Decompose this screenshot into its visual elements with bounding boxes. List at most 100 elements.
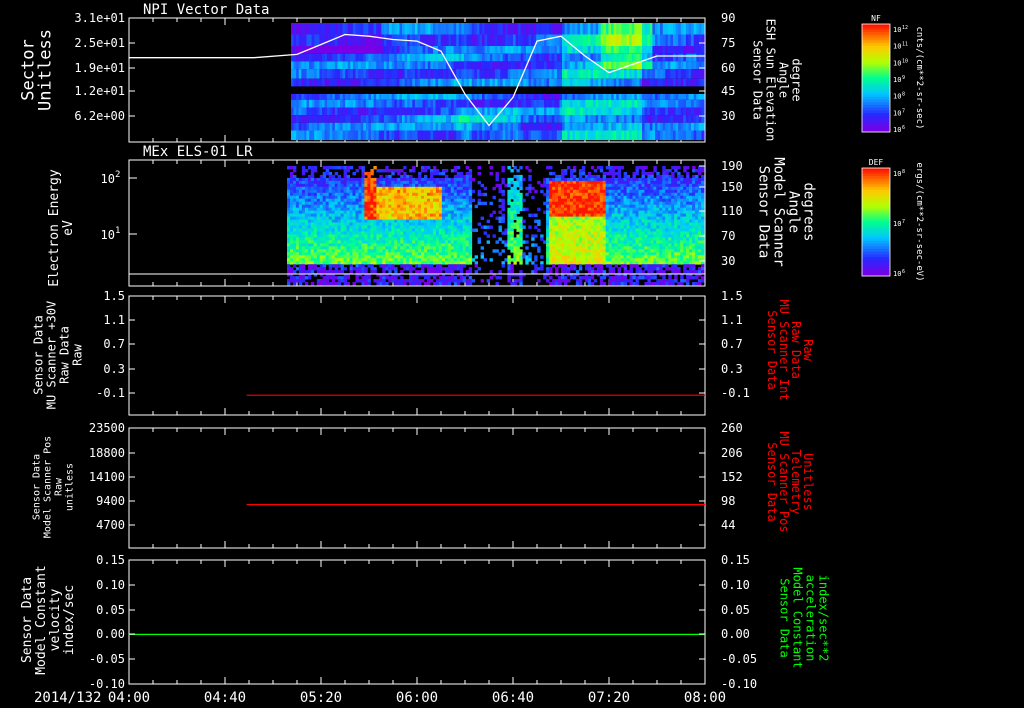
els-cell xyxy=(468,186,473,191)
els-cell xyxy=(340,234,344,238)
els-cell xyxy=(388,225,392,229)
els-cell xyxy=(519,276,523,280)
els-cell xyxy=(349,219,353,223)
els-cell xyxy=(400,282,404,286)
els-cell xyxy=(418,195,422,200)
els-cell xyxy=(447,249,452,253)
els-cell xyxy=(307,213,312,217)
els-cell xyxy=(546,258,550,262)
els-cell xyxy=(459,210,464,214)
els-cell xyxy=(290,174,294,179)
els-cell xyxy=(412,255,416,259)
els-cell xyxy=(337,261,341,265)
els-cell xyxy=(382,186,386,191)
els-cell xyxy=(412,195,416,200)
els-cell xyxy=(438,234,443,238)
els-cell xyxy=(418,225,422,229)
els-cell xyxy=(546,228,550,232)
els-cell xyxy=(462,210,467,214)
els-cell xyxy=(325,279,330,283)
els-cell xyxy=(447,267,452,271)
els-cell xyxy=(525,240,529,244)
els-cell xyxy=(361,270,365,274)
els-cell xyxy=(453,240,458,244)
els-cell xyxy=(424,282,428,286)
els-cell xyxy=(340,195,344,200)
els-cell xyxy=(447,213,452,217)
npi-heatmap xyxy=(291,23,705,141)
els-cell xyxy=(424,234,428,238)
els-cell xyxy=(391,264,395,268)
els-cell xyxy=(403,204,407,209)
els-cell xyxy=(334,222,339,226)
els-cell xyxy=(310,183,315,188)
els-cell xyxy=(546,231,550,235)
els-cell xyxy=(376,213,380,217)
els-cell xyxy=(361,169,365,173)
els-cell xyxy=(331,255,336,259)
els-cell xyxy=(441,171,446,176)
els-cell xyxy=(364,180,368,185)
els-cell xyxy=(355,240,359,244)
els-cell xyxy=(370,261,374,265)
els-cell xyxy=(373,189,377,194)
els-cell xyxy=(328,210,333,214)
els-cell xyxy=(418,240,422,244)
els-cell xyxy=(334,210,339,214)
els-cell xyxy=(435,267,440,271)
els-cell xyxy=(322,276,327,280)
els-cell xyxy=(346,255,350,259)
els-cell xyxy=(456,231,461,235)
els-cell xyxy=(290,183,294,188)
els-cell xyxy=(477,237,481,241)
els-cell xyxy=(415,210,419,214)
els-cell xyxy=(325,171,330,176)
els-cell xyxy=(453,252,458,256)
els-cell xyxy=(319,201,324,206)
els-cell xyxy=(343,231,347,235)
els-cell xyxy=(412,243,416,247)
els-cell xyxy=(358,234,362,238)
els-cell xyxy=(304,222,309,226)
els-cell xyxy=(293,261,297,265)
els-cell xyxy=(310,210,315,214)
els-cell xyxy=(382,216,386,220)
els-cell xyxy=(471,189,476,194)
els-cell xyxy=(519,243,523,247)
els-cell xyxy=(421,213,425,217)
els-cell xyxy=(430,228,434,232)
els-cell xyxy=(382,189,386,194)
els-cell xyxy=(546,183,550,188)
els-cell xyxy=(352,201,356,206)
els-cell xyxy=(394,169,398,173)
els-cell xyxy=(444,174,449,179)
els-cell xyxy=(373,195,377,200)
els-cell xyxy=(328,261,333,265)
els-cell xyxy=(468,195,473,200)
npi-cell xyxy=(701,23,705,35)
els-cell xyxy=(456,177,461,182)
panel-model_const xyxy=(128,559,706,685)
els-cell xyxy=(304,195,309,200)
els-cell xyxy=(307,270,312,274)
els-cell xyxy=(334,180,339,185)
els-cell xyxy=(313,246,318,250)
els-cell xyxy=(537,228,541,232)
els-cell xyxy=(468,252,473,256)
els-cell xyxy=(307,255,312,259)
els-cell xyxy=(444,189,449,194)
els-cell xyxy=(546,240,550,244)
els-cell xyxy=(468,169,473,173)
els-cell xyxy=(501,207,505,212)
els-cell xyxy=(319,258,324,262)
els-cell xyxy=(397,243,401,247)
els-cell xyxy=(382,222,386,226)
els-cell xyxy=(415,207,419,212)
els-cell xyxy=(552,240,556,244)
els-cell xyxy=(290,189,294,194)
els-cell xyxy=(328,216,333,220)
els-cell xyxy=(388,249,392,253)
els-cell xyxy=(444,237,449,241)
els-cell xyxy=(519,183,523,188)
els-cell xyxy=(322,249,327,253)
